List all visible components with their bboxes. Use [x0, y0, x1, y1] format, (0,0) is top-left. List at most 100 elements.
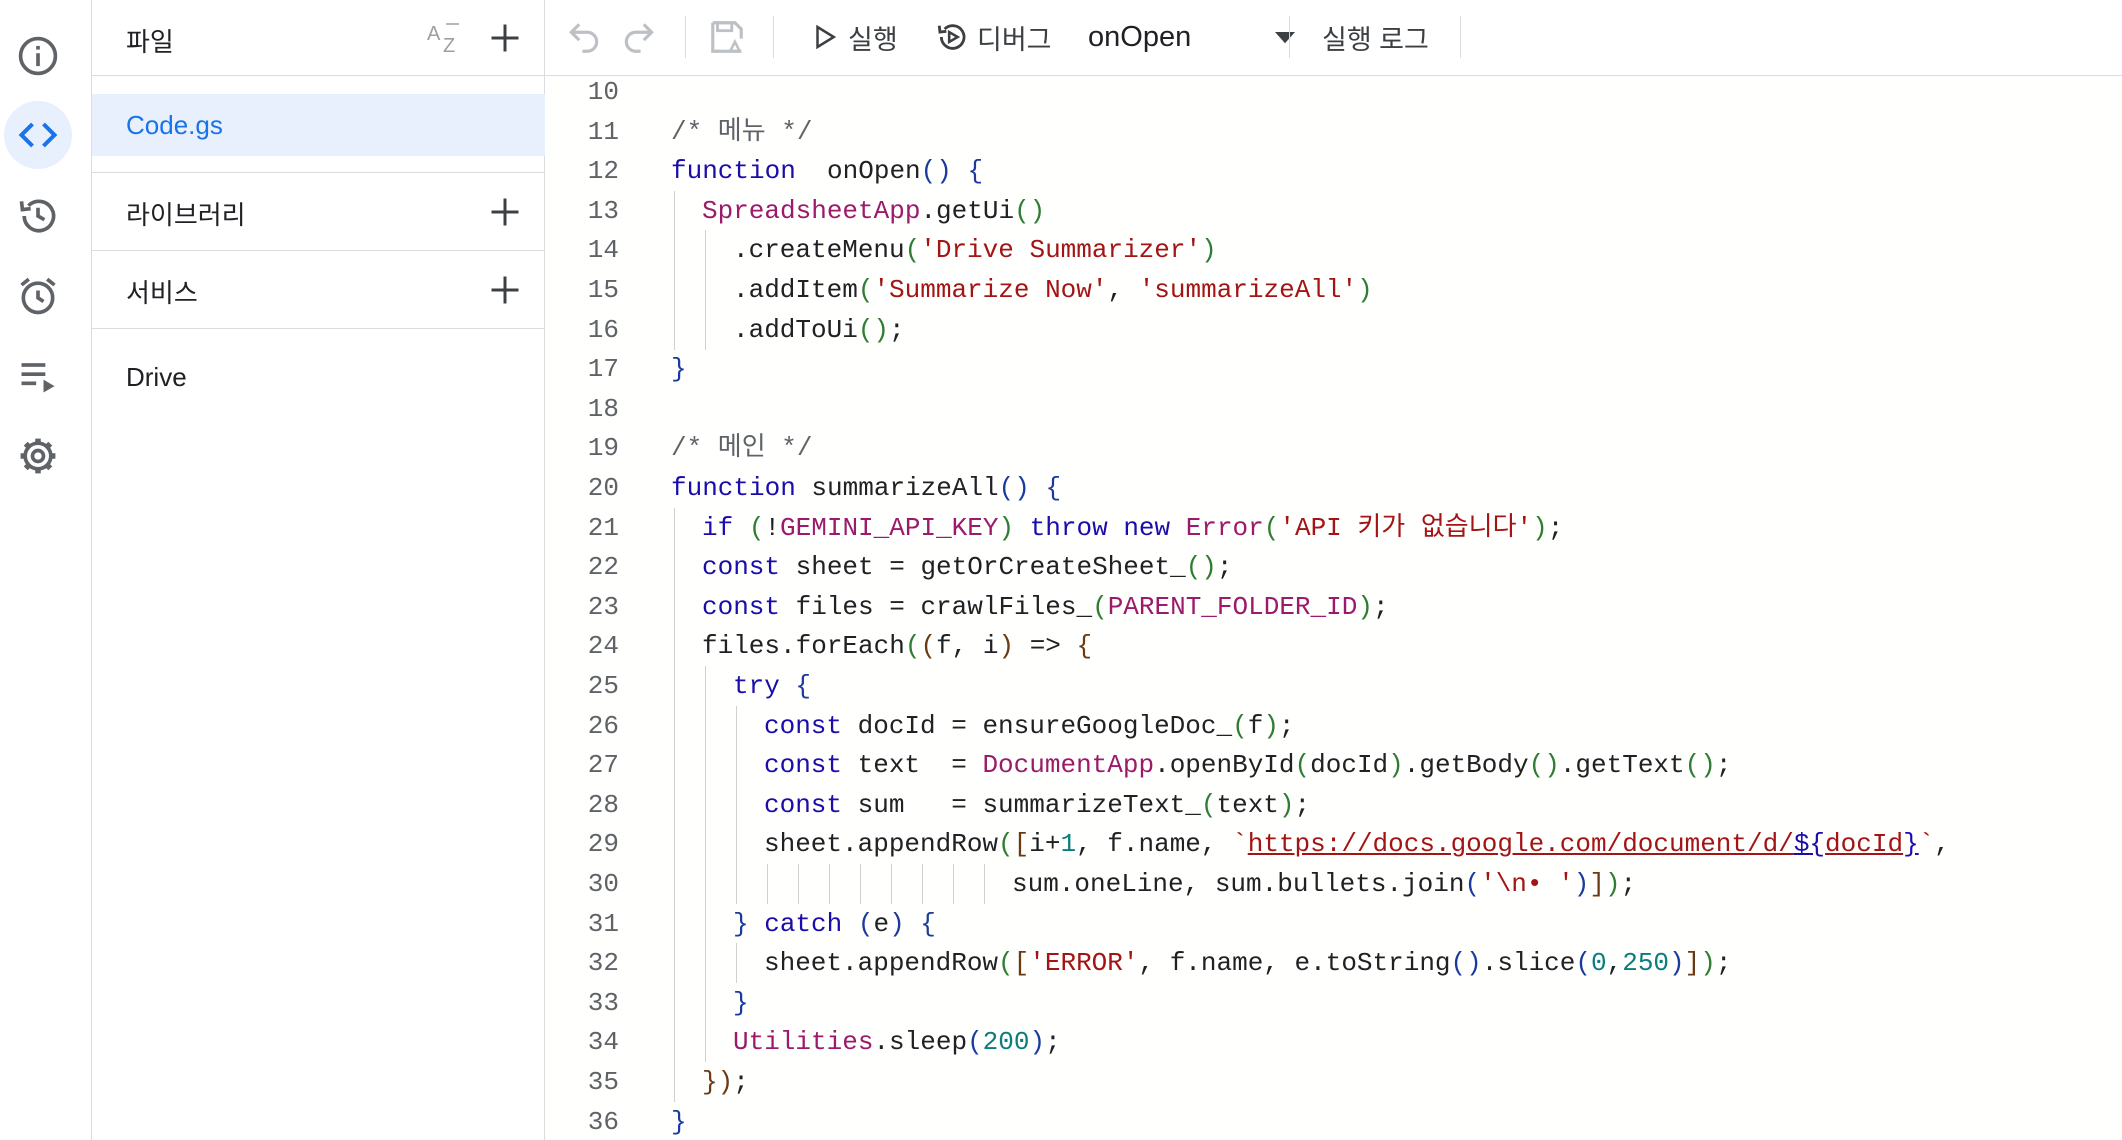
- code-line[interactable]: 10: [545, 76, 2122, 112]
- gear-icon: [20, 438, 56, 474]
- libraries-title: 라이브러리: [126, 200, 246, 230]
- code-line[interactable]: 25 try {: [545, 666, 2122, 706]
- code-line[interactable]: 13 SpreadsheetApp.getUi(): [545, 190, 2122, 231]
- file-item-code-gs[interactable]: Code.gs: [92, 94, 545, 156]
- line-number: 15: [587, 275, 619, 305]
- sort-az-icon: A Z: [427, 23, 459, 57]
- triggers-button[interactable]: [4, 262, 72, 330]
- overview-button[interactable]: [4, 22, 72, 90]
- indent-guide: [705, 903, 706, 944]
- code-text: const sheet = getOrCreateSheet_();: [702, 552, 1233, 583]
- redo-button[interactable]: [620, 12, 658, 62]
- undo-button[interactable]: [565, 12, 603, 62]
- add-library-button[interactable]: [483, 190, 527, 234]
- line-number: 13: [587, 195, 619, 226]
- alarm-clock-icon: [20, 277, 56, 315]
- undo-icon: [569, 23, 599, 53]
- settings-button[interactable]: [4, 422, 72, 490]
- code-line[interactable]: 14 .createMenu('Drive Summarizer'): [545, 230, 2122, 271]
- indent-guide: [705, 784, 706, 825]
- indent-guide: [705, 982, 706, 1023]
- code-line[interactable]: 33}: [545, 982, 2122, 1023]
- indent-guide: [767, 864, 768, 904]
- indent-guide: [705, 270, 706, 310]
- services-section-header: 서비스: [92, 251, 545, 329]
- indent-guide: [705, 230, 706, 271]
- code-line[interactable]: 20 function summarizeAll() {: [545, 468, 2122, 508]
- code-line[interactable]: 29 sheet.appendRow([i+1, f.name, `https:/…: [545, 824, 2122, 865]
- indent-guide: [705, 824, 706, 865]
- indent-guide: [891, 864, 892, 904]
- plus-icon: [491, 198, 519, 226]
- code-line[interactable]: 36}: [545, 1102, 2122, 1140]
- code-line[interactable]: 28 const sum = summarizeText_(text);: [545, 784, 2122, 825]
- code-line[interactable]: 31} catch (e) {: [545, 903, 2122, 944]
- code-line[interactable]: 19 /* 메인 */: [545, 428, 2122, 468]
- code-line[interactable]: 11 /* 메뉴 */: [545, 112, 2122, 152]
- line-number: 21: [587, 512, 619, 543]
- code-text: .addItem('Summarize Now', 'summarizeAll'…: [733, 275, 1373, 305]
- save-button[interactable]: [708, 12, 746, 62]
- executions-button[interactable]: [4, 342, 72, 410]
- code-line[interactable]: 12 function onOpen() {: [545, 151, 2122, 191]
- code-line[interactable]: 23 const files = crawlFiles_(PARENT_FOLDE…: [545, 586, 2122, 627]
- line-number: 11: [587, 116, 619, 147]
- line-number: 34: [587, 1027, 619, 1058]
- code-text: const text = DocumentApp.openById(docId)…: [764, 750, 1732, 781]
- function-select[interactable]: onOpen: [1088, 12, 1295, 62]
- code-text: sheet.appendRow([i+1, f.name, `https://d…: [764, 829, 1950, 860]
- code-line[interactable]: 18: [545, 389, 2122, 429]
- code-line[interactable]: 32 sheet.appendRow(['ERROR', f.name, e.to…: [545, 943, 2122, 984]
- redo-icon: [624, 23, 654, 53]
- code-text: /* 메인 */: [671, 433, 813, 464]
- indent-guide: [736, 705, 737, 746]
- indent-guide: [736, 943, 737, 984]
- code-text: .createMenu('Drive Summarizer'): [733, 235, 1217, 266]
- indent-guide: [984, 864, 985, 904]
- code-text: function onOpen() {: [671, 156, 984, 187]
- plus-icon: [491, 24, 519, 52]
- code-line[interactable]: 21 if (!GEMINI_API_KEY) throw new Error('…: [545, 507, 2122, 548]
- history-button[interactable]: [4, 182, 72, 250]
- code-text: sum.oneLine, sum.bullets.join('\n• ')]);: [1012, 869, 1637, 899]
- add-service-button[interactable]: [483, 268, 527, 312]
- indent-guide: [736, 864, 737, 904]
- code-line[interactable]: 15 .addItem('Summarize Now', 'summarizeAl…: [545, 270, 2122, 310]
- execution-log-button[interactable]: 실행 로그: [1322, 12, 1429, 62]
- editor-button[interactable]: [4, 101, 72, 169]
- toolbar-divider: [1289, 16, 1290, 58]
- history-icon: [19, 199, 56, 233]
- line-number: 30: [587, 869, 619, 899]
- code-line[interactable]: 35});: [545, 1062, 2122, 1102]
- indent-guide: [674, 705, 675, 746]
- debug-button[interactable]: 디버그: [935, 12, 1052, 62]
- code-line[interactable]: 17}: [545, 349, 2122, 389]
- line-number: 32: [587, 948, 619, 979]
- code-line[interactable]: 27 const text = DocumentApp.openById(docI…: [545, 745, 2122, 786]
- line-number: 20: [587, 473, 619, 503]
- run-button[interactable]: 실행: [810, 12, 898, 62]
- code-editor[interactable]: 10 11 /* 메뉴 */ 12 function onOpen() {13 Sprea…: [545, 76, 2122, 1140]
- service-item-drive[interactable]: Drive: [126, 362, 187, 393]
- code-line[interactable]: 24 files.forEach((f, i) => {: [545, 626, 2122, 667]
- line-number: 14: [587, 235, 619, 266]
- line-number: 24: [587, 631, 619, 662]
- indent-guide: [674, 270, 675, 310]
- code-text: });: [702, 1067, 749, 1097]
- toolbar-divider: [773, 16, 774, 58]
- code-line[interactable]: 16 .addToUi();: [545, 309, 2122, 350]
- code-line[interactable]: 30 sum.oneLine, sum.bullets.join('\n• ')]…: [545, 864, 2122, 904]
- sort-files-button[interactable]: A Z: [423, 16, 467, 60]
- code-text: const sum = summarizeText_(text);: [764, 789, 1311, 820]
- add-file-button[interactable]: [483, 16, 527, 60]
- code-line[interactable]: 34 Utilities.sleep(200);: [545, 1022, 2122, 1063]
- line-number: 28: [587, 789, 619, 820]
- indent-guide: [829, 864, 830, 904]
- code-line[interactable]: 22 const sheet = getOrCreateSheet_();: [545, 547, 2122, 588]
- indent-guide: [674, 190, 675, 231]
- indent-guide: [736, 824, 737, 865]
- indent-guide: [705, 943, 706, 984]
- code-line[interactable]: 26 const docId = ensureGoogleDoc_(f);: [545, 705, 2122, 746]
- line-number: 27: [587, 750, 619, 781]
- indent-guide: [674, 784, 675, 825]
